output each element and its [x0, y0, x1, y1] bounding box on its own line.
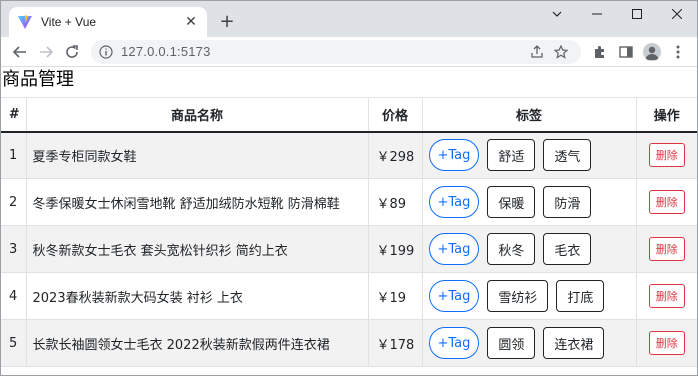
- ops-cell: 删除: [636, 178, 697, 226]
- table-header-row: # 商品名称 价格 标签 操作: [1, 97, 697, 133]
- table-row: 1 夏季专柜同款女鞋 ￥298 +Tag 舒适 透气 删除: [1, 131, 697, 179]
- tag-cell: +Tag 圆领 连衣裙: [422, 319, 637, 367]
- puzzle-icon: [595, 45, 604, 58]
- browser-tab[interactable]: Vite + Vue ✕: [9, 7, 207, 37]
- tab-strip: Vite + Vue ✕ +: [1, 1, 697, 37]
- product-price: ￥199: [368, 225, 423, 273]
- tag-badge: 圆领: [487, 327, 536, 359]
- header-price: 价格: [368, 97, 423, 133]
- star-icon: [554, 44, 568, 59]
- kebab-menu-icon: [676, 45, 680, 58]
- maximize-icon: [632, 9, 642, 19]
- tag-badge: 防滑: [543, 186, 592, 218]
- product-name: 秋冬新款女士毛衣 套头宽松针织衫 简约上衣: [26, 225, 369, 273]
- side-panel-button[interactable]: [613, 39, 639, 65]
- product-price: ￥178: [368, 319, 423, 367]
- url-text[interactable]: 127.0.0.1:5173: [121, 44, 525, 59]
- delete-button[interactable]: 删除: [648, 237, 685, 261]
- menu-button[interactable]: [665, 39, 691, 65]
- close-tab-icon[interactable]: ✕: [183, 14, 199, 30]
- product-price: ￥19: [368, 272, 423, 320]
- browser-toolbar: 127.0.0.1:5173: [1, 37, 697, 67]
- row-index: 2: [1, 178, 27, 226]
- vite-logo-icon: [18, 15, 32, 29]
- side-panel-icon: [619, 45, 633, 58]
- tag-badge: 舒适: [487, 139, 536, 172]
- header-name: 商品名称: [26, 97, 369, 133]
- row-index: 3: [1, 225, 27, 273]
- add-tag-button[interactable]: +Tag: [428, 139, 480, 172]
- window-controls: [537, 1, 697, 27]
- tag-cell: +Tag 秋冬 毛衣: [422, 225, 637, 273]
- profile-button[interactable]: [639, 39, 665, 65]
- ops-cell: 删除: [636, 225, 697, 273]
- back-button[interactable]: [7, 39, 33, 65]
- tag-cell: +Tag 保暖 防滑: [422, 178, 637, 226]
- row-index: 4: [1, 272, 27, 320]
- product-name: 2023春秋装新款大码女装 衬衫 上衣: [26, 272, 369, 320]
- forward-button[interactable]: [33, 39, 59, 65]
- header-ops: 操作: [636, 97, 697, 133]
- add-tag-button[interactable]: +Tag: [428, 186, 480, 218]
- tag-cell: +Tag 舒适 透气: [422, 131, 637, 179]
- reload-icon: [66, 44, 78, 58]
- delete-button[interactable]: 删除: [648, 331, 685, 355]
- tag-badge: 透气: [543, 139, 592, 172]
- address-bar[interactable]: 127.0.0.1:5173: [91, 39, 581, 64]
- tag-badge: 毛衣: [543, 233, 592, 265]
- minimize-button[interactable]: [577, 1, 617, 27]
- tag-badge: 秋冬: [487, 233, 536, 265]
- page-viewport: 商品管理 # 商品名称 价格 标签 操作 1 夏季专柜同款女鞋 ￥298 +Ta…: [1, 67, 697, 375]
- share-icon: [531, 44, 543, 58]
- maximize-button[interactable]: [617, 1, 657, 27]
- tag-badge: 打底: [556, 280, 605, 312]
- header-tags: 标签: [422, 97, 637, 133]
- goods-table: # 商品名称 价格 标签 操作 1 夏季专柜同款女鞋 ￥298 +Tag 舒适: [1, 97, 697, 367]
- product-name: 夏季专柜同款女鞋: [26, 131, 369, 179]
- share-button[interactable]: [525, 40, 549, 64]
- delete-button[interactable]: 删除: [648, 284, 685, 308]
- product-price: ￥89: [368, 178, 423, 226]
- product-price: ￥298: [368, 131, 423, 179]
- delete-button[interactable]: 删除: [648, 190, 685, 214]
- tag-cell: +Tag 雪纺衫 打底: [422, 272, 637, 320]
- new-tab-button[interactable]: +: [215, 11, 239, 35]
- table-row: 2 冬季保暖女士休闲雪地靴 舒适加绒防水短靴 防滑棉鞋 ￥89 +Tag 保暖 …: [1, 178, 697, 226]
- add-tag-button[interactable]: +Tag: [428, 327, 480, 359]
- tag-badge: 雪纺衫: [487, 280, 549, 312]
- header-index: #: [1, 97, 27, 133]
- add-tag-button[interactable]: +Tag: [428, 280, 480, 312]
- ops-cell: 删除: [636, 272, 697, 320]
- arrow-left-icon: [12, 45, 26, 58]
- table-row: 4 2023春秋装新款大码女装 衬衫 上衣 ￥19 +Tag 雪纺衫 打底 删除: [1, 272, 697, 320]
- info-icon[interactable]: [99, 44, 113, 59]
- table-row: 3 秋冬新款女士毛衣 套头宽松针织衫 简约上衣 ￥199 +Tag 秋冬 毛衣 …: [1, 225, 697, 273]
- minimize-icon: [592, 13, 602, 15]
- chevron-down-icon: [552, 11, 562, 17]
- browser-window: Vite + Vue ✕ + 127.0.0.1:5173 商品管理 # 商品名…: [0, 0, 698, 376]
- product-name: 长款长袖圆领女士毛衣 2022秋装新款假两件连衣裙: [26, 319, 369, 367]
- delete-button[interactable]: 删除: [648, 143, 685, 168]
- arrow-right-icon: [40, 45, 54, 58]
- table-row: 5 长款长袖圆领女士毛衣 2022秋装新款假两件连衣裙 ￥178 +Tag 圆领…: [1, 319, 697, 367]
- tab-title: Vite + Vue: [41, 15, 97, 29]
- profile-icon: [643, 42, 661, 61]
- ops-cell: 删除: [636, 319, 697, 367]
- product-name: 冬季保暖女士休闲雪地靴 舒适加绒防水短靴 防滑棉鞋: [26, 178, 369, 226]
- close-window-button[interactable]: [657, 1, 697, 27]
- row-index: 1: [1, 131, 27, 179]
- tag-badge: 保暖: [487, 186, 536, 218]
- row-index: 5: [1, 319, 27, 367]
- tag-badge: 连衣裙: [543, 327, 605, 359]
- page-title: 商品管理: [2, 69, 74, 90]
- bookmark-button[interactable]: [549, 40, 573, 64]
- tab-search-button[interactable]: [537, 1, 577, 27]
- ops-cell: 删除: [636, 131, 697, 179]
- reload-button[interactable]: [59, 39, 85, 65]
- close-icon: [672, 9, 682, 19]
- extensions-button[interactable]: [587, 39, 613, 65]
- add-tag-button[interactable]: +Tag: [428, 233, 480, 265]
